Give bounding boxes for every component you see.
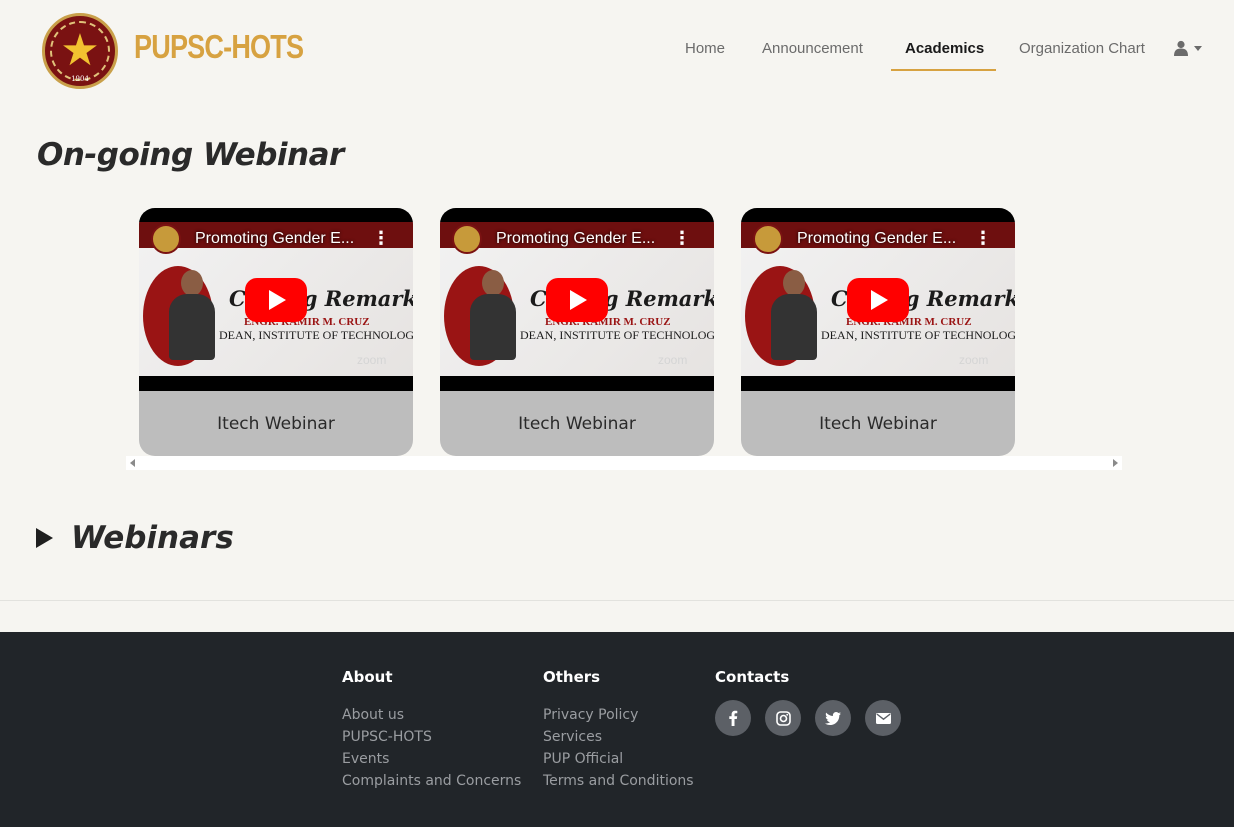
thumb-watermark: zoom — [959, 353, 989, 367]
video-title-bar: Promoting Gender E... ⋮ — [139, 222, 413, 254]
thumb-speaker-role: DEAN, INSTITUTE OF TECHNOLOGY — [821, 328, 1015, 342]
webinar-card[interactable]: Closing Remarks ENGR. RAMIR M. CRUZ DEAN… — [741, 208, 1015, 456]
instagram-icon[interactable] — [765, 700, 801, 736]
site-header: ★ 1904 PUPSC-HOTS Home Announcement Acad… — [0, 0, 1234, 100]
webinar-card[interactable]: Closing Remarks ENGR. RAMIR M. CRUZ DEAN… — [440, 208, 714, 456]
speaker-photo — [169, 270, 215, 360]
pup-seal-logo[interactable]: ★ 1904 — [42, 13, 118, 89]
youtube-embed[interactable]: Closing Remarks ENGR. RAMIR M. CRUZ DEAN… — [741, 208, 1015, 391]
channel-avatar[interactable] — [452, 224, 482, 254]
more-options-icon[interactable]: ⋮ — [974, 229, 992, 249]
webinar-card-label: Itech Webinar — [518, 413, 636, 434]
play-button[interactable] — [546, 278, 608, 322]
play-icon — [269, 290, 286, 310]
user-menu-dropdown[interactable] — [1174, 40, 1202, 56]
footer-link-terms[interactable]: Terms and Conditions — [543, 770, 694, 792]
thumb-watermark: zoom — [357, 353, 387, 367]
active-nav-indicator — [891, 69, 996, 71]
webinar-card-label: Itech Webinar — [819, 413, 937, 434]
footer-link-pup-official[interactable]: PUP Official — [543, 748, 694, 770]
thumb-watermark: zoom — [658, 353, 688, 367]
footer-link-about-us[interactable]: About us — [342, 704, 521, 726]
scroll-left-icon[interactable] — [130, 459, 135, 467]
nav-organization-chart[interactable]: Organization Chart — [1019, 40, 1145, 57]
email-icon[interactable] — [865, 700, 901, 736]
play-icon — [570, 290, 587, 310]
site-footer: About About us PUPSC-HOTS Events Complai… — [0, 632, 1234, 827]
thumb-speaker-role: DEAN, INSTITUTE OF TECHNOLOGY — [520, 328, 714, 342]
webinar-card-label: Itech Webinar — [217, 413, 335, 434]
footer-link-events[interactable]: Events — [342, 748, 521, 770]
nav-home[interactable]: Home — [685, 40, 725, 57]
footer-about-column: About About us PUPSC-HOTS Events Complai… — [342, 668, 521, 792]
youtube-embed[interactable]: Closing Remarks ENGR. RAMIR M. CRUZ DEAN… — [440, 208, 714, 391]
facebook-icon[interactable] — [715, 700, 751, 736]
webinar-carousel[interactable]: Closing Remarks ENGR. RAMIR M. CRUZ DEAN… — [126, 200, 1122, 470]
webinar-card[interactable]: Closing Remarks ENGR. RAMIR M. CRUZ DEAN… — [139, 208, 413, 456]
caret-down-icon — [1194, 45, 1202, 51]
video-title-bar: Promoting Gender E... ⋮ — [440, 222, 714, 254]
video-title[interactable]: Promoting Gender E... — [496, 230, 655, 248]
seal-ring — [50, 21, 110, 81]
footer-link-privacy-policy[interactable]: Privacy Policy — [543, 704, 694, 726]
footer-link-complaints[interactable]: Complaints and Concerns — [342, 770, 521, 792]
horizontal-scrollbar[interactable] — [126, 456, 1122, 470]
social-links — [715, 700, 901, 736]
scroll-right-icon[interactable] — [1113, 459, 1118, 467]
more-options-icon[interactable]: ⋮ — [372, 229, 390, 249]
webinars-disclosure[interactable]: Webinars — [36, 520, 234, 556]
disclosure-triangle-icon — [36, 528, 53, 548]
footer-contacts-column: Contacts — [715, 668, 901, 736]
play-button[interactable] — [245, 278, 307, 322]
footer-link-services[interactable]: Services — [543, 726, 694, 748]
footer-contacts-heading: Contacts — [715, 668, 790, 686]
nav-announcement[interactable]: Announcement — [762, 40, 863, 57]
speaker-photo — [771, 270, 817, 360]
seal-year: 1904 — [71, 75, 89, 83]
twitter-icon[interactable] — [815, 700, 851, 736]
footer-about-heading: About — [342, 668, 393, 686]
more-options-icon[interactable]: ⋮ — [673, 229, 691, 249]
video-title[interactable]: Promoting Gender E... — [195, 230, 354, 248]
youtube-embed[interactable]: Closing Remarks ENGR. RAMIR M. CRUZ DEAN… — [139, 208, 413, 391]
play-icon — [871, 290, 888, 310]
nav-academics[interactable]: Academics — [905, 40, 984, 57]
footer-link-pupsc-hots[interactable]: PUPSC-HOTS — [342, 726, 521, 748]
channel-avatar[interactable] — [753, 224, 783, 254]
play-button[interactable] — [847, 278, 909, 322]
section-divider — [0, 600, 1234, 601]
video-title-bar: Promoting Gender E... ⋮ — [741, 222, 1015, 254]
footer-others-heading: Others — [543, 668, 601, 686]
ongoing-webinar-heading: On-going Webinar — [37, 137, 344, 173]
footer-others-column: Others Privacy Policy Services PUP Offic… — [543, 668, 694, 792]
thumb-speaker-role: DEAN, INSTITUTE OF TECHNOLOGY — [219, 328, 413, 342]
brand-name[interactable]: PUPSC-HOTS — [134, 28, 304, 66]
video-title[interactable]: Promoting Gender E... — [797, 230, 956, 248]
speaker-photo — [470, 270, 516, 360]
channel-avatar[interactable] — [151, 224, 181, 254]
webinars-heading: Webinars — [71, 520, 234, 556]
user-icon — [1174, 40, 1188, 56]
